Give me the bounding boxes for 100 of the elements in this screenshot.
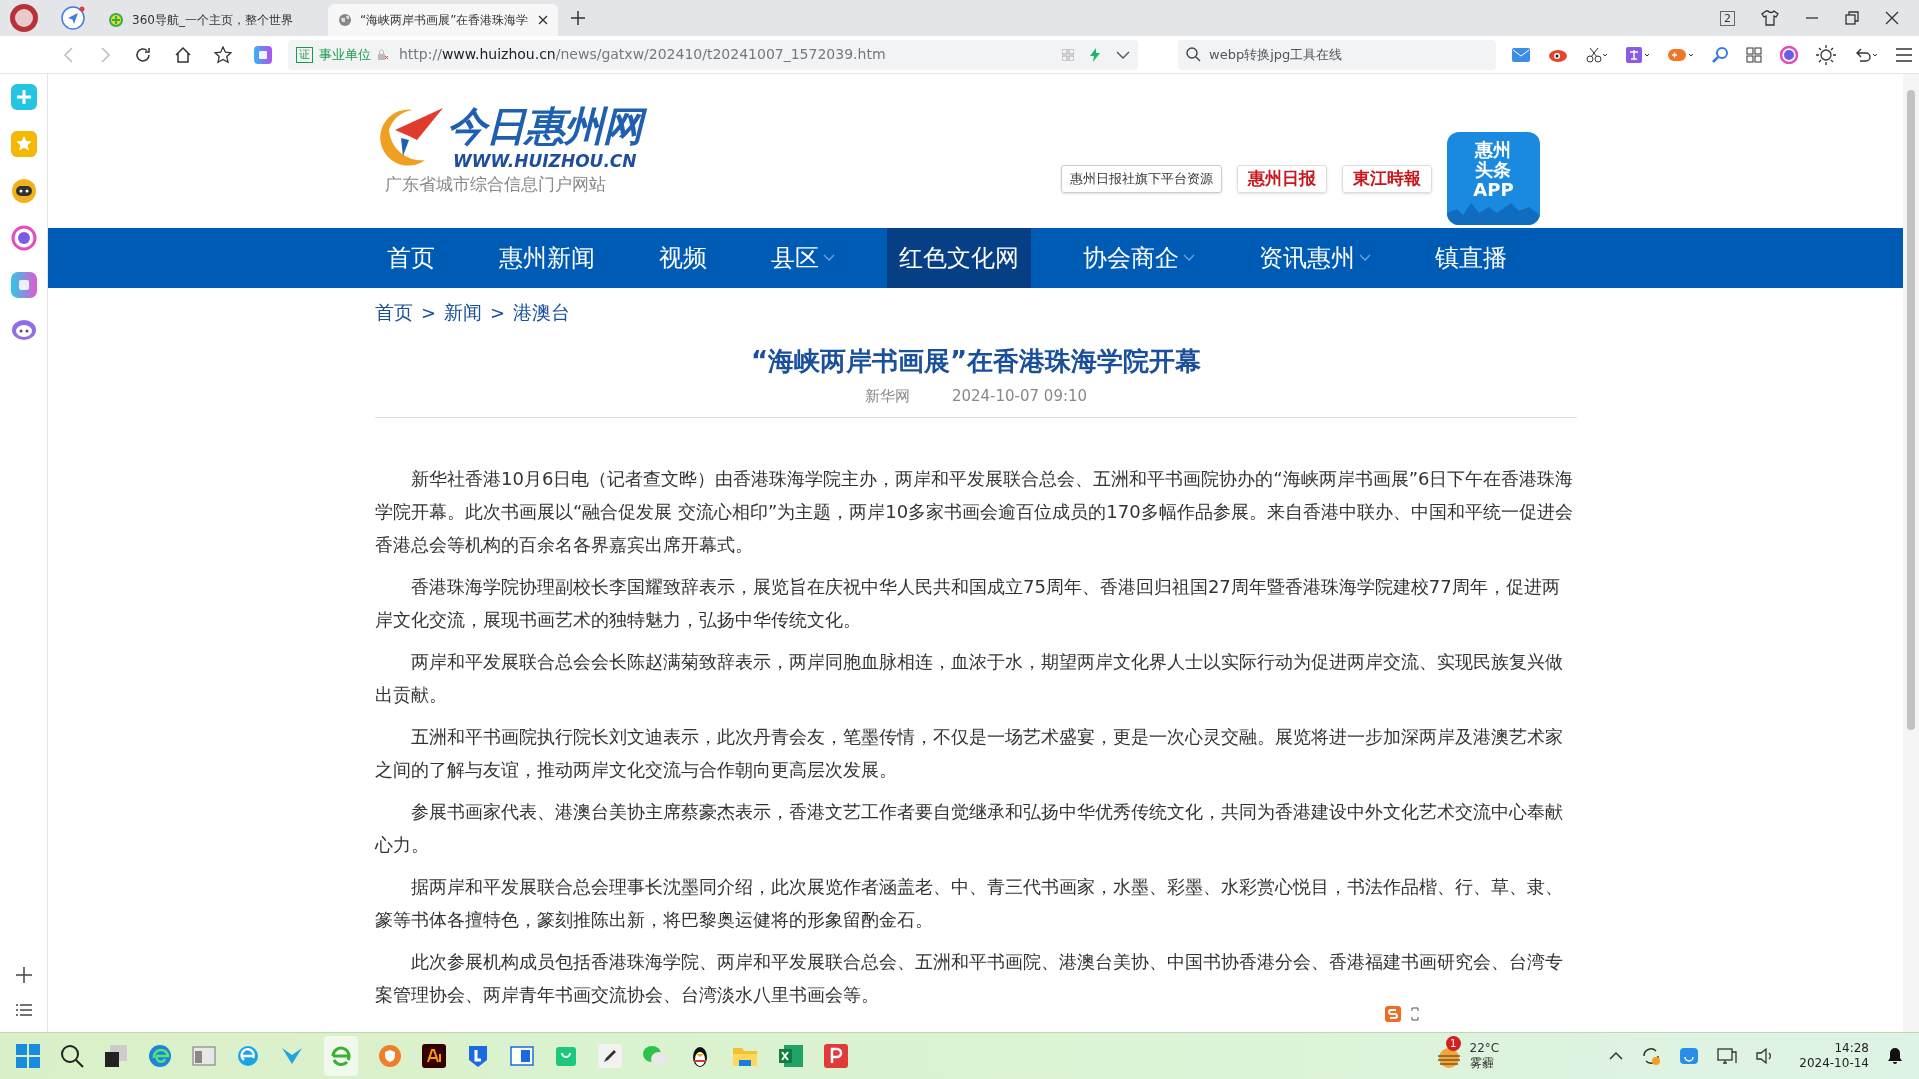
logo-title: 今日惠州网 — [447, 100, 652, 151]
article-paragraph: 据两岸和平发展联合总会理事长沈墨同介绍，此次展览作者涵盖老、中、青三代书画家，水墨、彩墨、水彩赏心悦目，书法作品楷、行、草、隶、篆等书体各擅特色，篆刻推陈出新，将巴黎奥运健将的形象留酌金石。 — [375, 875, 1564, 932]
search-icon — [1186, 47, 1201, 62]
clock-date[interactable]: 2024-10-14 — [1799, 1056, 1869, 1071]
translate-icon[interactable] — [1626, 46, 1650, 63]
shield-app-icon[interactable] — [378, 1044, 402, 1068]
nav-item[interactable]: 镇直播 — [1423, 228, 1519, 288]
article-paragraph: 五洲和平书画院执行院长刘文迪表示，此次丹青会友，笔墨传情，不仅是一场艺术盛宴，更是一次心灵交融。展览将进一步加深两岸及港澳艺术家之间的了解与友谊，推动两岸文化交流与合作朝向更高层次发展。 — [375, 725, 1564, 782]
breadcrumb-link[interactable]: 港澳台 — [513, 297, 571, 327]
lightning-icon[interactable] — [1090, 47, 1100, 62]
scrollbar[interactable] — [1903, 74, 1919, 1032]
breadcrumb-separator: > — [421, 300, 437, 325]
article-paragraph: 新华社香港10月6日电（记者查文晔）由香港珠海学院主办，两岸和平发展联合总会、五洲和平书画院协办的“海峡两岸书画展”6日下午在香港珠海学院开幕。此次书画展以“融合促发展 交流心相印”为主题，两岸10多家书画会逾百位成员的170多幅作品参展。来自香港中联办、中国和平统一促进会香港总会等机构的百余名各界嘉宾出席开幕式。 — [375, 467, 1575, 557]
chevron-down-icon — [1183, 254, 1195, 262]
chevron-down-icon — [1359, 254, 1371, 262]
window-app-icon[interactable] — [192, 1044, 216, 1068]
pdf-app-icon[interactable] — [824, 1044, 848, 1068]
app-tile-text: 头条 — [1475, 160, 1512, 180]
expand-icon[interactable] — [1411, 1007, 1419, 1021]
chat-bubble-icon[interactable] — [10, 178, 37, 204]
network-icon[interactable] — [1717, 1046, 1738, 1066]
illustrator-icon[interactable] — [422, 1044, 446, 1068]
article-paragraph: 两岸和平发展联合总会会长陈赵满菊致辞表示，两岸同胞血脉相连，血浓于水，期望两岸文化界人士以实际行动为促进两岸交流、实现民族复兴做出贡献。 — [375, 650, 1564, 707]
nav-item[interactable]: 县区 — [759, 228, 847, 288]
start-icon[interactable] — [16, 1044, 40, 1068]
address-bar[interactable]: 证 事业单位 http://www.huizhou.cn/news/gatxw/202410/t20241007_1572039.htm — [288, 39, 1138, 70]
scissors-icon[interactable] — [1586, 46, 1608, 63]
url-text: http://www.huizhou.cn/news/gatxw/202410/t20241007_1572039.htm — [399, 45, 886, 64]
cert-badge: 证 — [296, 46, 313, 63]
nav-item[interactable]: 协会商企 — [1071, 228, 1207, 288]
robot-face-icon[interactable] — [10, 319, 37, 341]
tagline: 广东省城市综合信息门户网站 — [385, 172, 607, 196]
sync-icon[interactable] — [1641, 1046, 1662, 1066]
article-paragraph: 此次参展机构成员包括香港珠海学院、两岸和平发展联合总会、五洲和平书画院、港澳台美协、中国书协香港分会、香港福建书画研究会、台湾专案管理协会、两岸青年书画交流协会、台湾淡水八里书画会等。 — [375, 950, 1564, 1007]
undo-icon[interactable] — [1854, 46, 1878, 63]
notification-badge: 1 — [1445, 1036, 1461, 1051]
app-tile-text: APP — [1473, 180, 1514, 200]
search-field[interactable]: webp转换jpg工具在线 — [1178, 39, 1496, 70]
article-paragraph: 参展书画家代表、港澳台美协主席蔡豪杰表示，香港文艺工作者要自觉继承和弘扬中华优秀传统文化，共同为香港建设中外文化艺术交流中心奉献心力。 — [375, 800, 1564, 857]
shirt-icon[interactable] — [1761, 10, 1779, 26]
360-browser-icon[interactable] — [329, 1044, 353, 1068]
globe-icon — [338, 13, 352, 27]
excel-icon[interactable] — [778, 1044, 804, 1068]
mail-icon[interactable] — [1512, 47, 1530, 62]
article-date: 2024-10-07 09:10 — [951, 385, 1088, 407]
plus-circle-icon — [108, 12, 124, 28]
close-tab-icon[interactable] — [538, 15, 548, 25]
avatar-icon[interactable] — [9, 3, 39, 33]
newspaper-link[interactable]: 東江時報 — [1342, 165, 1432, 193]
browser-tab[interactable]: “海峡两岸书画展”在香港珠海学 — [328, 4, 558, 36]
article-title: “海峡两岸书画展”在香港珠海学院开幕 — [749, 345, 1203, 378]
tab-count[interactable]: 2 — [1720, 10, 1735, 26]
pen-icon[interactable] — [598, 1044, 622, 1068]
grid-icon[interactable] — [1746, 46, 1762, 63]
chat-face-icon[interactable] — [1679, 1046, 1700, 1066]
app-tile-text: 惠州 — [1475, 140, 1512, 160]
search-icon[interactable] — [60, 1044, 84, 1068]
breadcrumb-link[interactable]: 新闻 — [444, 297, 483, 327]
breadcrumb-separator: > — [490, 300, 506, 325]
breadcrumb-link[interactable]: 首页 — [375, 297, 413, 327]
window-app-icon[interactable] — [510, 1044, 534, 1068]
add-icon[interactable] — [15, 967, 32, 983]
star-app-icon[interactable] — [10, 131, 37, 157]
home-icon[interactable] — [174, 45, 192, 64]
magnifier-icon[interactable] — [1712, 46, 1728, 63]
ie-browser-icon[interactable] — [236, 1044, 260, 1068]
nav-item[interactable]: 红色文化网 — [887, 228, 1031, 288]
app-tile[interactable]: 惠州 头条 APP — [1447, 132, 1540, 225]
nav-item[interactable]: 视频 — [647, 228, 719, 288]
new-tab-icon[interactable] — [570, 10, 586, 26]
sogou-input-icon[interactable] — [1385, 1006, 1401, 1022]
list-icon[interactable] — [15, 1004, 32, 1016]
resource-link[interactable]: 惠州日报社旗下平台资源 — [1061, 165, 1222, 193]
browser-tab[interactable]: 360导航_一个主页，整个世界 — [98, 4, 328, 36]
task-view-icon[interactable] — [104, 1044, 128, 1068]
brightness-icon[interactable] — [1816, 44, 1836, 65]
insecure-lock-icon — [377, 48, 389, 61]
menu-icon[interactable] — [1896, 47, 1912, 62]
close-icon[interactable] — [1885, 11, 1899, 25]
chevron-up-icon[interactable] — [1609, 1051, 1624, 1061]
clock-time[interactable]: 14:28 — [1834, 1041, 1869, 1056]
shield-letter-app-icon[interactable] — [466, 1044, 490, 1068]
nav-item[interactable]: 资讯惠州 — [1247, 228, 1383, 288]
newspaper-link[interactable]: 惠州日报 — [1237, 165, 1327, 193]
nav-item[interactable]: 惠州新闻 — [487, 228, 607, 288]
restore-icon[interactable] — [1845, 11, 1859, 25]
logo-domain: WWW.HUIZHOU.CN — [453, 152, 638, 170]
cert-label: 事业单位 — [319, 45, 371, 64]
notification-bell-icon[interactable] — [1887, 1047, 1903, 1065]
temperature: 22°C — [1469, 1041, 1500, 1056]
star-icon[interactable] — [214, 45, 232, 64]
weather-condition: 雾霾 — [1469, 1056, 1495, 1071]
reload-icon[interactable] — [134, 45, 152, 64]
gamepad-icon[interactable] — [1668, 46, 1694, 63]
nav-item[interactable]: 首页 — [375, 228, 447, 288]
edge-browser-icon[interactable] — [148, 1044, 172, 1068]
article-source: 新华网 — [864, 385, 910, 407]
chevron-down-icon — [823, 254, 835, 262]
article-paragraph: 香港珠海学院协理副校长李国耀致辞表示，展览旨在庆祝中华人民共和国成立75周年、香港回归祖国27周年暨香港珠海学院建校77周年，促进两岸文化交流，展现书画艺术的独特魅力，弘扬中华传统文化。 — [375, 575, 1561, 632]
chevron-down-icon[interactable] — [1116, 49, 1130, 60]
